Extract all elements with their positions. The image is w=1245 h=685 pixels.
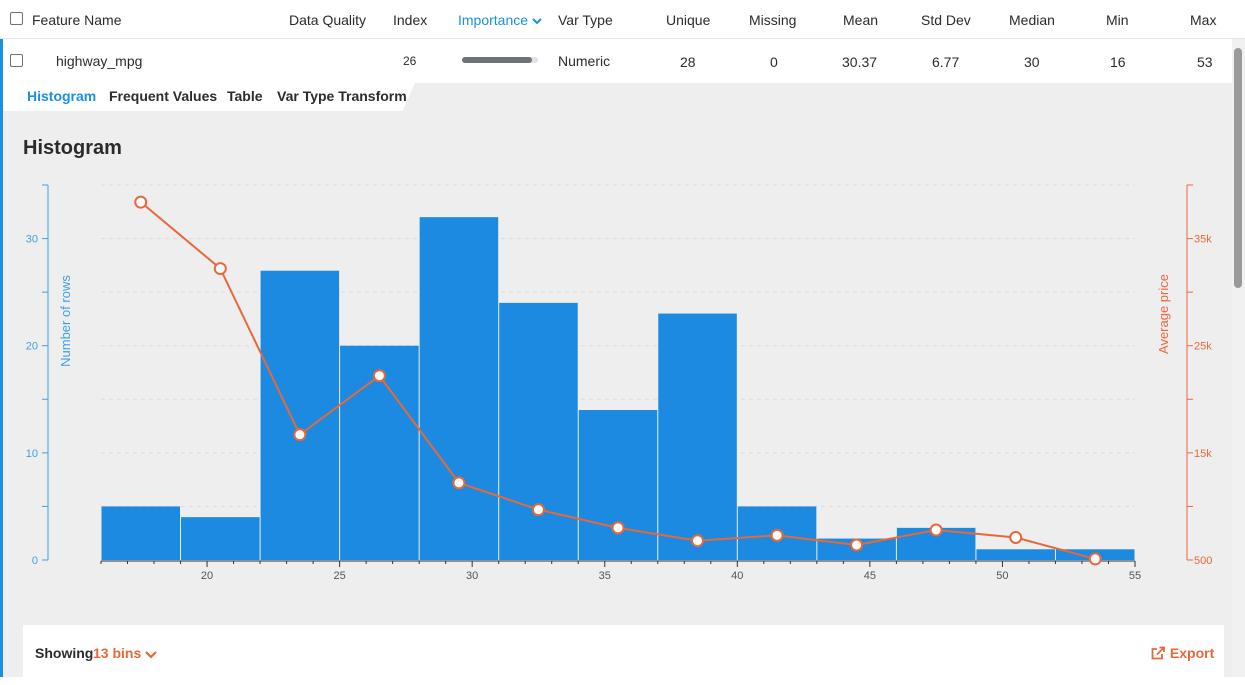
y2-tick-label: 500	[1194, 555, 1212, 567]
scrollbar-thumb[interactable]	[1234, 48, 1242, 288]
col-missing[interactable]: Missing	[749, 12, 796, 28]
price-point	[531, 503, 545, 517]
col-data-quality[interactable]: Data Quality	[289, 12, 366, 28]
histogram-bar	[658, 313, 737, 560]
col-feature-name[interactable]: Feature Name	[32, 12, 121, 28]
price-point	[1009, 531, 1023, 544]
bins-dropdown[interactable]: 13 bins	[93, 645, 157, 661]
tab-var-type-transform[interactable]: Var Type Transform	[277, 88, 407, 104]
y-axis-label: Number of rows	[58, 275, 73, 367]
col-min[interactable]: Min	[1106, 12, 1129, 28]
histogram-bar	[419, 217, 499, 560]
y-tick-label: 20	[26, 341, 38, 353]
histogram-bar	[976, 549, 1055, 560]
price-point	[293, 428, 307, 442]
price-point	[1088, 552, 1102, 566]
histogram-chart: 0 10 20 30 500 15k 25k 35k 20 25 30 35 40 45 50 55 Numb…	[26, 184, 1212, 582]
tab-histogram[interactable]: Histogram	[27, 88, 96, 104]
histogram-bar	[578, 410, 658, 560]
row-checkbox[interactable]	[10, 54, 23, 67]
price-point	[452, 476, 466, 490]
row-unique: 28	[680, 54, 696, 70]
histogram-bar	[499, 302, 578, 560]
price-point	[213, 262, 227, 276]
y2-tick-label: 15k	[1194, 448, 1212, 460]
y2-tick-label: 35k	[1194, 234, 1212, 246]
row-missing: 0	[770, 54, 778, 70]
y-tick-label: 10	[26, 448, 38, 460]
y2-tick-label: 25k	[1194, 341, 1212, 353]
export-label: Export	[1169, 645, 1215, 661]
x-tick-label: 35	[599, 570, 611, 582]
col-importance[interactable]: Importance	[458, 12, 542, 28]
chevron-down-icon	[532, 18, 542, 25]
row-min: 16	[1110, 54, 1126, 70]
row-std-dev: 6.77	[932, 54, 960, 70]
price-point	[611, 521, 625, 535]
showing-label: Showing	[35, 645, 94, 661]
detail-tabs: Histogram Frequent Values Table Var Type…	[3, 83, 415, 111]
y2-axis-label: Average price	[1156, 274, 1171, 354]
export-icon	[1151, 646, 1165, 660]
table-row[interactable]: highway_mpg 26 Numeric 28 0 30.37 6.77 3…	[0, 39, 1232, 83]
feature-detail-panel: Histogram Frequent Values Table Var Type…	[0, 83, 1232, 685]
col-unique[interactable]: Unique	[666, 12, 710, 28]
y-tick-label: 0	[32, 555, 38, 567]
x-tick-label: 30	[466, 570, 478, 582]
price-point	[372, 369, 386, 383]
row-median: 30	[1024, 54, 1040, 70]
chart-bars	[101, 217, 1135, 560]
col-median[interactable]: Median	[1009, 12, 1055, 28]
x-tick-label: 40	[731, 570, 743, 582]
x-tick-label: 45	[864, 570, 876, 582]
export-button[interactable]: Export	[1151, 645, 1214, 661]
row-mean: 30.37	[842, 54, 878, 70]
select-all-checkbox[interactable]	[10, 12, 23, 25]
chevron-down-icon	[145, 651, 157, 659]
histogram-bar	[101, 506, 181, 560]
price-point	[134, 195, 148, 209]
row-var-type: Numeric	[558, 53, 611, 69]
row-max: 53	[1197, 54, 1213, 70]
x-tick-label: 55	[1129, 570, 1141, 582]
x-tick-label: 20	[201, 570, 213, 582]
histogram-bar	[181, 517, 260, 560]
tab-frequent-values[interactable]: Frequent Values	[109, 88, 217, 104]
bins-dropdown-label: 13 bins	[93, 645, 142, 661]
importance-bar	[462, 57, 538, 63]
price-point	[929, 523, 943, 537]
col-index[interactable]: Index	[393, 12, 427, 28]
x-tick-label: 50	[996, 570, 1008, 582]
y-tick-label: 30	[26, 234, 38, 246]
row-feature-name[interactable]: highway_mpg	[56, 53, 142, 69]
price-point	[850, 538, 864, 552]
col-importance-label: Importance	[458, 12, 529, 28]
price-point	[770, 528, 784, 542]
col-mean[interactable]: Mean	[843, 12, 878, 28]
col-max[interactable]: Max	[1190, 12, 1216, 28]
col-var-type[interactable]: Var Type	[558, 12, 613, 28]
col-std-dev[interactable]: Std Dev	[921, 12, 971, 28]
histogram-footer: Showing 13 bins Export	[23, 625, 1224, 685]
section-title: Histogram	[23, 137, 122, 159]
importance-bar-fill	[462, 57, 532, 63]
x-tick-label: 25	[333, 570, 345, 582]
tab-table[interactable]: Table	[227, 88, 263, 104]
row-index: 26	[403, 54, 417, 68]
price-point	[691, 534, 705, 548]
table-header: Feature Name Data Quality Index Importan…	[0, 0, 1245, 39]
